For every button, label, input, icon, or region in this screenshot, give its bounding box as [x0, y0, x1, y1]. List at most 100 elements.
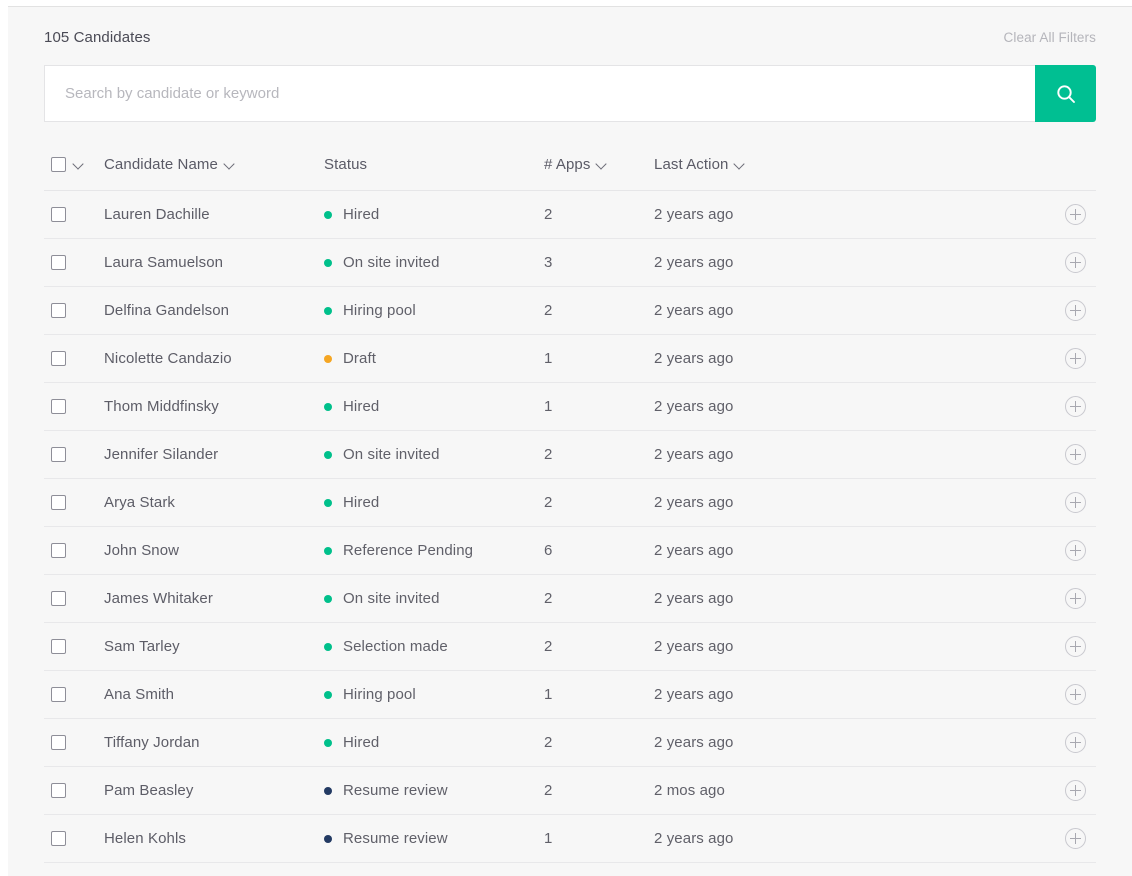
- add-row-plus-icon[interactable]: [1065, 252, 1086, 273]
- select-all-chevron-down-icon[interactable]: [74, 159, 85, 170]
- row-checkbox[interactable]: [51, 687, 66, 702]
- row-actions-cell: [984, 828, 1096, 849]
- card-header: 105 Candidates Clear All Filters: [8, 7, 1132, 61]
- row-checkbox[interactable]: [51, 399, 66, 414]
- cell-apps-count: 2: [544, 782, 553, 799]
- column-header-status: Status: [324, 156, 544, 173]
- row-checkbox[interactable]: [51, 831, 66, 846]
- row-checkbox[interactable]: [51, 207, 66, 222]
- clear-all-filters-button[interactable]: Clear All Filters: [1004, 30, 1096, 45]
- add-row-plus-icon[interactable]: [1065, 204, 1086, 225]
- add-row-plus-icon[interactable]: [1065, 492, 1086, 513]
- table-row[interactable]: Tiffany Jordan Hired 2 2 years ago: [44, 719, 1096, 767]
- cell-status: On site invited: [324, 446, 544, 463]
- status-dot-icon: [324, 594, 332, 603]
- row-checkbox[interactable]: [51, 351, 66, 366]
- row-checkbox[interactable]: [51, 543, 66, 558]
- cell-candidate-name: Thom Middfinsky: [104, 398, 219, 415]
- status-label: Resume review: [343, 830, 448, 847]
- table-row[interactable]: Nicolette Candazio Draft 1 2 years ago: [44, 335, 1096, 383]
- table-row[interactable]: Jimmy PolkinOn site invited12 years ago: [44, 863, 1096, 876]
- row-actions-cell: [984, 780, 1096, 801]
- cell-candidate-name: Helen Kohls: [104, 830, 186, 847]
- search-button[interactable]: [1035, 65, 1096, 122]
- row-checkbox[interactable]: [51, 591, 66, 606]
- cell-status: Hired: [324, 494, 544, 511]
- table-row[interactable]: Lauren Dachille Hired 2 2 years ago: [44, 191, 1096, 239]
- cell-candidate-name: John Snow: [104, 542, 180, 559]
- add-row-plus-icon[interactable]: [1065, 828, 1086, 849]
- row-select-cell: [44, 831, 104, 846]
- table-row[interactable]: James Whitaker On site invited 2 2 years ag…: [44, 575, 1096, 623]
- add-row-plus-icon[interactable]: [1065, 780, 1086, 801]
- add-row-plus-icon[interactable]: [1065, 348, 1086, 369]
- status-label: Hired: [343, 206, 380, 223]
- row-actions-cell: [984, 444, 1096, 465]
- cell-last-action: 2 years ago: [654, 830, 734, 847]
- search-input[interactable]: [44, 65, 1035, 122]
- cell-last-action: 2 years ago: [654, 350, 734, 367]
- status-label: Hired: [343, 494, 380, 511]
- status-dot-icon: [324, 258, 332, 267]
- column-header-apps[interactable]: # Apps: [544, 156, 654, 173]
- cell-status: On site invited: [324, 590, 544, 607]
- cell-status: Resume review: [324, 830, 544, 847]
- sort-chevron-down-icon-last-action[interactable]: [735, 159, 746, 170]
- row-select-cell: [44, 495, 104, 510]
- table-row[interactable]: Helen Kohls Resume review 1 2 years ago: [44, 815, 1096, 863]
- column-header-candidate-name[interactable]: Candidate Name: [104, 156, 324, 173]
- column-label-apps: # Apps: [544, 155, 591, 173]
- status-dot-icon: [324, 642, 332, 651]
- cell-apps-count: 2: [544, 734, 553, 751]
- table-row[interactable]: Arya Stark Hired 2 2 years ago: [44, 479, 1096, 527]
- row-checkbox[interactable]: [51, 783, 66, 798]
- add-row-plus-icon[interactable]: [1065, 636, 1086, 657]
- add-row-plus-icon[interactable]: [1065, 396, 1086, 417]
- table-row[interactable]: John Snow Reference Pending 6 2 years ago: [44, 527, 1096, 575]
- row-actions-cell: [984, 732, 1096, 753]
- cell-apps-count: 1: [544, 830, 553, 847]
- status-label: Hiring pool: [343, 686, 416, 703]
- cell-candidate-name: Tiffany Jordan: [104, 734, 200, 751]
- cell-apps-count: 2: [544, 446, 553, 463]
- row-checkbox[interactable]: [51, 495, 66, 510]
- add-row-plus-icon[interactable]: [1065, 732, 1086, 753]
- cell-candidate-name: Laura Samuelson: [104, 254, 224, 271]
- candidates-table: Candidate Name Status # Apps Last Action…: [44, 138, 1096, 876]
- add-row-plus-icon[interactable]: [1065, 444, 1086, 465]
- status-label: Draft: [343, 350, 377, 367]
- column-header-last-action[interactable]: Last Action: [654, 156, 984, 173]
- row-checkbox[interactable]: [51, 447, 66, 462]
- table-row[interactable]: Jennifer Silander On site invited 2 2 years…: [44, 431, 1096, 479]
- status-dot-icon: [324, 546, 332, 555]
- add-row-plus-icon[interactable]: [1065, 300, 1086, 321]
- row-checkbox[interactable]: [51, 639, 66, 654]
- status-dot-icon: [324, 738, 332, 747]
- sort-chevron-down-icon-candidate-name[interactable]: [225, 159, 236, 170]
- table-row[interactable]: Pam Beasley Resume review 2 2 mos ago: [44, 767, 1096, 815]
- cell-apps-count: 1: [544, 398, 553, 415]
- sort-chevron-down-icon-apps[interactable]: [597, 159, 608, 170]
- cell-status: Hired: [324, 734, 544, 751]
- table-row[interactable]: Sam Tarley Selection made 2 2 years ago: [44, 623, 1096, 671]
- row-select-cell: [44, 735, 104, 750]
- cell-last-action: 2 years ago: [654, 398, 734, 415]
- table-row[interactable]: Thom Middfinsky Hired 1 2 years ago: [44, 383, 1096, 431]
- add-row-plus-icon[interactable]: [1065, 540, 1086, 561]
- table-row[interactable]: Ana Smith Hiring pool 1 2 years ago: [44, 671, 1096, 719]
- row-checkbox[interactable]: [51, 735, 66, 750]
- table-row[interactable]: Delfina Gandelson Hiring pool 2 2 years ago: [44, 287, 1096, 335]
- add-row-plus-icon[interactable]: [1065, 684, 1086, 705]
- row-actions-cell: [984, 684, 1096, 705]
- cell-candidate-name: Lauren Dachille: [104, 206, 210, 223]
- status-dot-icon: [324, 450, 332, 459]
- select-all-checkbox[interactable]: [51, 156, 66, 172]
- status-dot-icon: [324, 690, 332, 699]
- cell-candidate-name: Pam Beasley: [104, 782, 194, 799]
- row-actions-cell: [984, 492, 1096, 513]
- status-label: Hiring pool: [343, 302, 416, 319]
- table-row[interactable]: Laura Samuelson On site invited 3 2 years a…: [44, 239, 1096, 287]
- row-checkbox[interactable]: [51, 303, 66, 318]
- add-row-plus-icon[interactable]: [1065, 588, 1086, 609]
- row-checkbox[interactable]: [51, 255, 66, 270]
